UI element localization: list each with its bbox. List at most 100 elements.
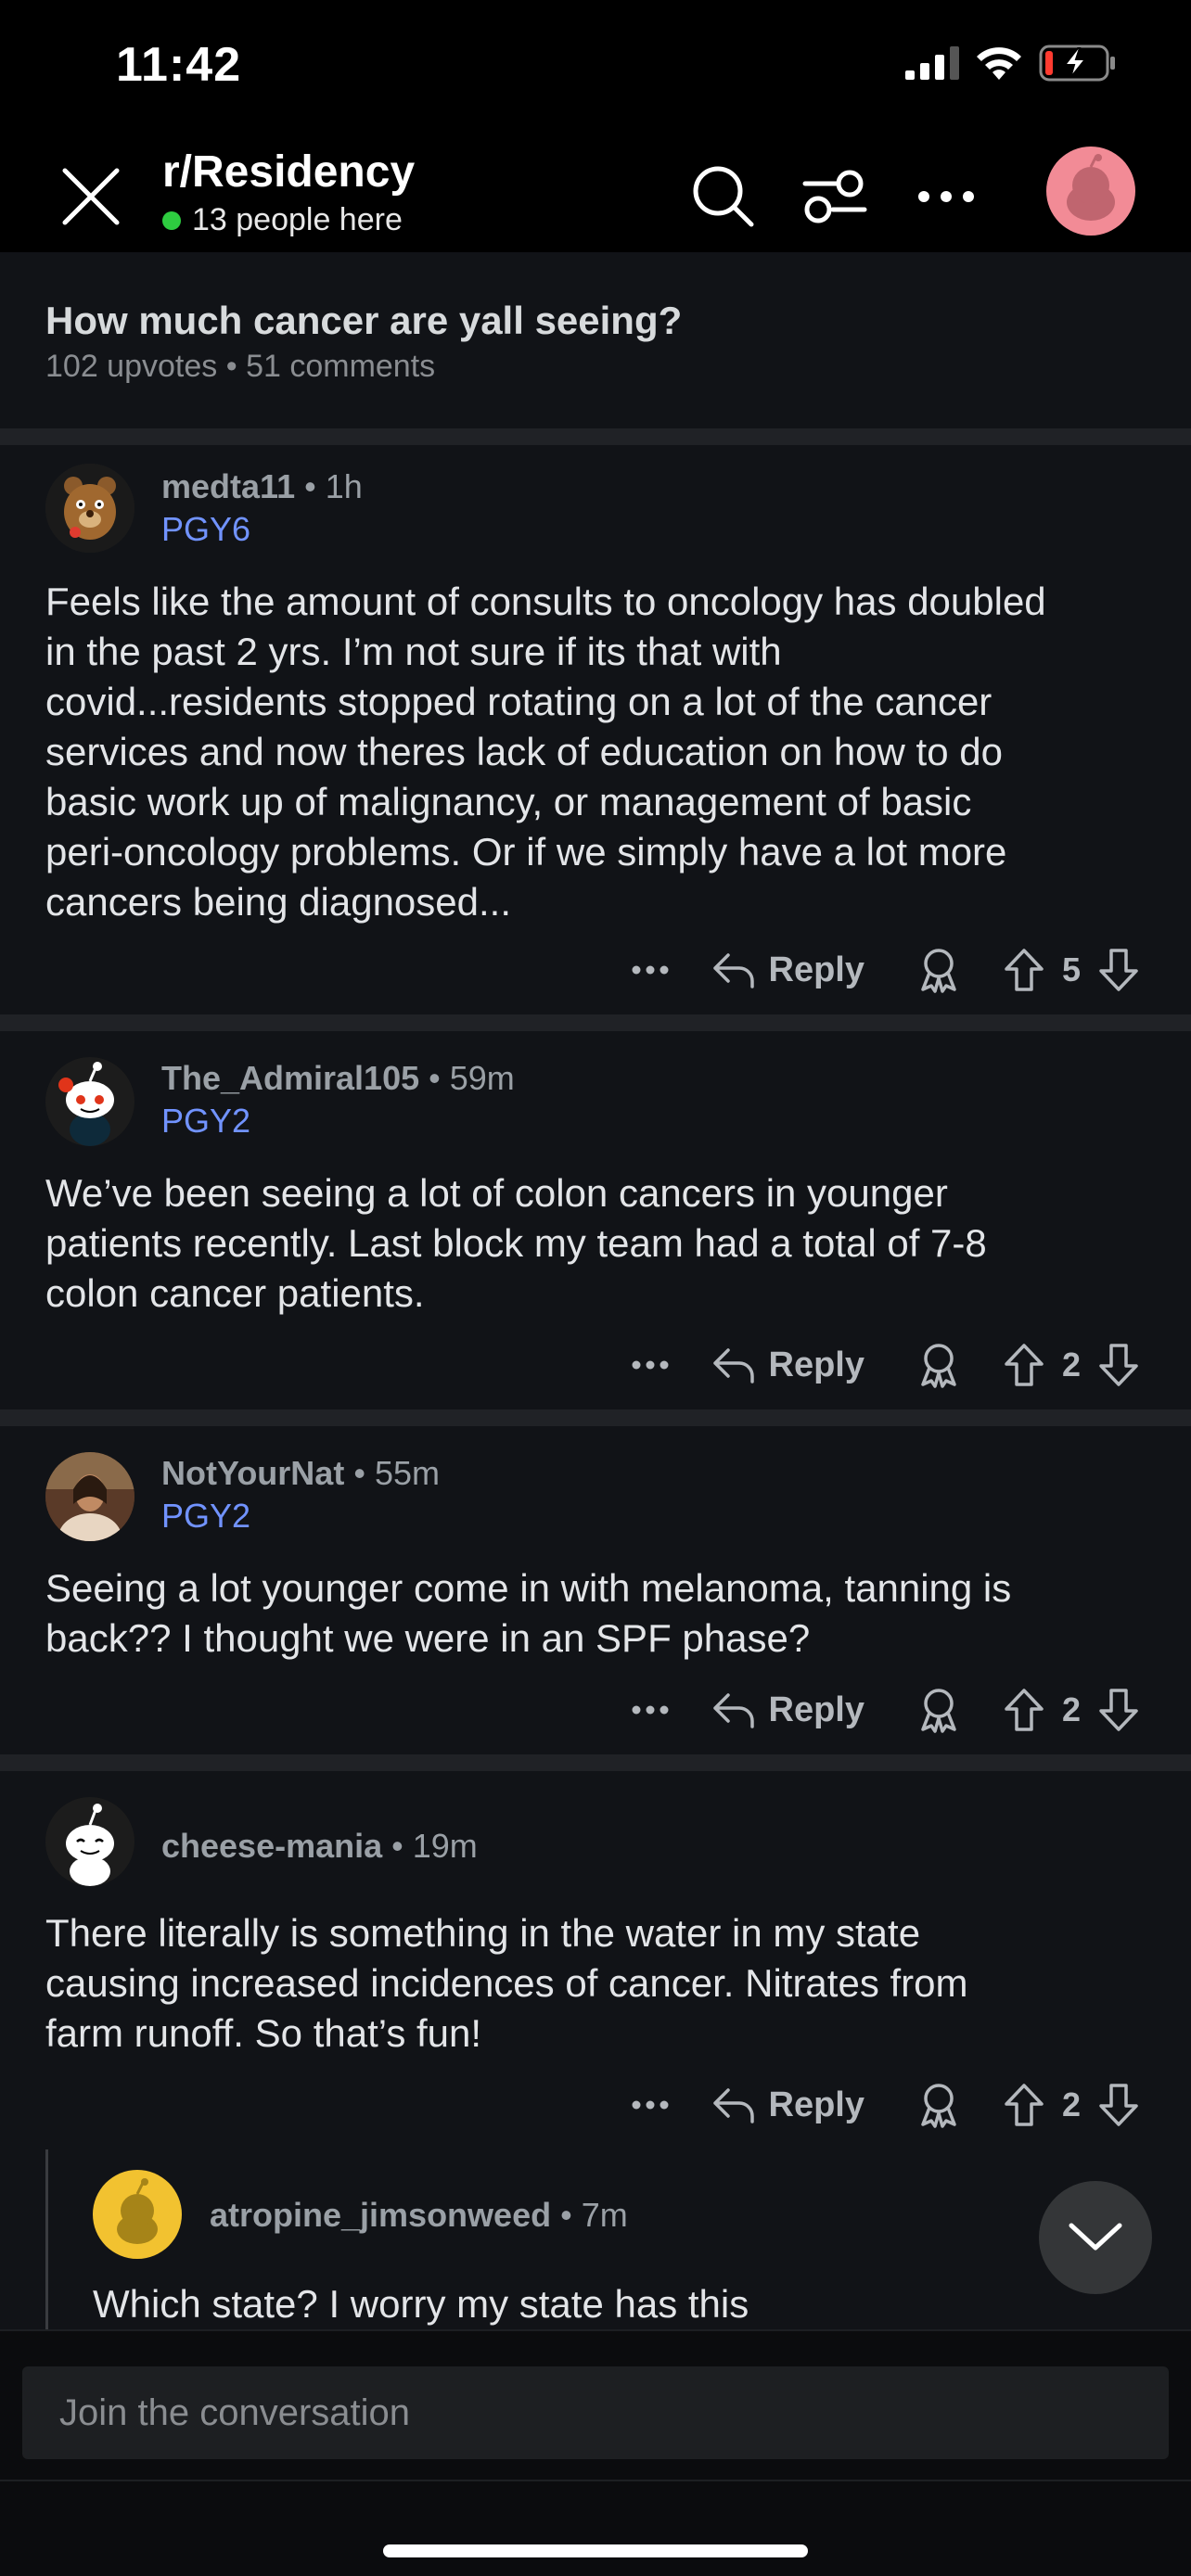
post-summary[interactable]: How much cancer are yall seeing? 102 upv…: [0, 252, 1191, 428]
more-options-button[interactable]: [909, 159, 983, 234]
award-button[interactable]: [913, 1682, 965, 1738]
online-count: 13 people here: [192, 202, 403, 237]
reply-arrow-icon: [712, 1693, 754, 1728]
comment-author[interactable]: NotYourNat: [161, 1454, 344, 1492]
downvote-button[interactable]: [1093, 2077, 1145, 2133]
reply-label: Reply: [768, 950, 864, 989]
upvote-arrow-icon: [1005, 1689, 1044, 1731]
comment-avatar[interactable]: [45, 1797, 134, 1886]
comment-author-line: The_Admiral105 • 59m: [161, 1059, 515, 1098]
downvote-arrow-icon: [1099, 1344, 1138, 1386]
comment-line: basic work up of malignancy, or manageme…: [45, 780, 972, 823]
snoo-avatar-icon: [117, 2178, 158, 2244]
comment-time: 1h: [325, 467, 363, 505]
comment-time: 59m: [449, 1059, 515, 1097]
more-icon: [918, 191, 974, 202]
thread-line[interactable]: [45, 2149, 48, 2329]
reply-arrow-icon: [712, 953, 754, 988]
downvote-button[interactable]: [1093, 942, 1145, 998]
comment-line: There literally is something in the wate…: [45, 1911, 921, 1955]
snoo-avatar-icon: [1067, 154, 1115, 221]
close-button[interactable]: [54, 159, 128, 234]
reply-button[interactable]: Reply: [711, 1345, 864, 1385]
join-conversation-input[interactable]: [22, 2366, 1169, 2459]
meta-separator: •: [429, 1059, 450, 1097]
upvote-button[interactable]: [998, 942, 1050, 998]
downvote-button[interactable]: [1093, 1337, 1145, 1393]
filter-icon: [802, 170, 867, 223]
comment-author[interactable]: medta11: [161, 467, 295, 505]
comment-more-button[interactable]: [622, 2077, 678, 2133]
status-icons: [905, 45, 1117, 82]
downvote-arrow-icon: [1099, 949, 1138, 991]
award-icon: [921, 1344, 956, 1388]
meta-separator: •: [304, 467, 326, 505]
wifi-icon: [977, 47, 1021, 80]
divider: [0, 1409, 1191, 1426]
award-button[interactable]: [913, 942, 965, 998]
comment-body: Seeing a lot younger come in with melano…: [45, 1563, 1159, 1664]
cellular-signal-icon: [905, 46, 959, 80]
comment-line: patients recently. Last block my team ha…: [45, 1221, 987, 1265]
subreddit-name[interactable]: r/Residency: [162, 147, 415, 198]
comment-author[interactable]: cheese-mania: [161, 1827, 382, 1865]
downvote-button[interactable]: [1093, 1682, 1145, 1738]
downvote-arrow-icon: [1099, 1689, 1138, 1731]
more-icon: [632, 1705, 669, 1715]
comment-avatar[interactable]: [93, 2170, 182, 2259]
comment-avatar[interactable]: [45, 464, 134, 553]
upvote-button[interactable]: [998, 1682, 1050, 1738]
online-indicator: 13 people here: [162, 202, 403, 238]
comment-avatar[interactable]: [45, 1452, 134, 1541]
reply-label: Reply: [768, 2085, 864, 2124]
comment-author-line: atropine_jimsonweed • 7m: [210, 2196, 628, 2235]
upvote-button[interactable]: [998, 1337, 1050, 1393]
comment-line: We’ve been seeing a lot of colon cancers…: [45, 1171, 948, 1215]
post-comment-count: 51 comments: [246, 349, 436, 384]
home-indicator[interactable]: [383, 2544, 808, 2557]
divider: [0, 1754, 1191, 1771]
comment-more-button[interactable]: [622, 1682, 678, 1738]
reply-button[interactable]: Reply: [711, 2085, 864, 2125]
community-header: r/Residency 13 people here: [0, 139, 1191, 252]
comment-line: back?? I thought we were in an SPF phase…: [45, 1616, 811, 1660]
comment-author[interactable]: The_Admiral105: [161, 1059, 419, 1097]
bear-avatar-icon: [45, 464, 134, 553]
comment-author-line: medta11 • 1h: [161, 467, 363, 506]
search-icon: [693, 166, 754, 227]
chevron-down-icon: [1069, 2223, 1122, 2251]
comment-actions: Reply 2: [622, 2077, 1145, 2133]
scroll-down-button[interactable]: [1039, 2181, 1152, 2294]
comment-actions: Reply 5: [622, 942, 1145, 998]
search-button[interactable]: [686, 159, 761, 234]
reply-button[interactable]: Reply: [711, 950, 864, 990]
upvote-button[interactable]: [998, 2077, 1050, 2133]
award-icon: [921, 1689, 956, 1733]
comment-author[interactable]: atropine_jimsonweed: [210, 2196, 551, 2234]
comment: The_Admiral105 • 59m PGY2 We’ve been see…: [0, 1031, 1191, 1409]
comment-score: 2: [1061, 1690, 1082, 1728]
comment-body: Which state? I worry my state has this: [93, 2279, 1113, 2329]
award-button[interactable]: [913, 1337, 965, 1393]
award-button[interactable]: [913, 2077, 965, 2133]
award-icon: [921, 2084, 956, 2128]
comment-more-button[interactable]: [622, 942, 678, 998]
comment-score: 2: [1061, 2085, 1082, 2123]
comment-line: causing increased incidences of cancer. …: [45, 1961, 968, 2005]
filter-button[interactable]: [798, 159, 872, 234]
status-bar: 11:42: [0, 0, 1191, 139]
meta-separator: •: [353, 1454, 375, 1492]
post-title[interactable]: How much cancer are yall seeing?: [45, 299, 682, 343]
comment-body: Feels like the amount of consults to onc…: [45, 577, 1159, 927]
meta-separator: •: [391, 1827, 413, 1865]
comment-score: 2: [1061, 1345, 1082, 1384]
user-avatar[interactable]: [1046, 147, 1135, 236]
reply-button[interactable]: Reply: [711, 1690, 864, 1730]
post-meta: 102 upvotes • 51 comments: [45, 349, 435, 385]
comment-more-button[interactable]: [622, 1337, 678, 1393]
user-flair: PGY6: [161, 510, 251, 548]
comment-avatar[interactable]: [45, 1057, 134, 1146]
comment-line: farm runoff. So that’s fun!: [45, 2011, 482, 2055]
status-time: 11:42: [116, 38, 242, 92]
comment-time: 55m: [374, 1454, 440, 1492]
